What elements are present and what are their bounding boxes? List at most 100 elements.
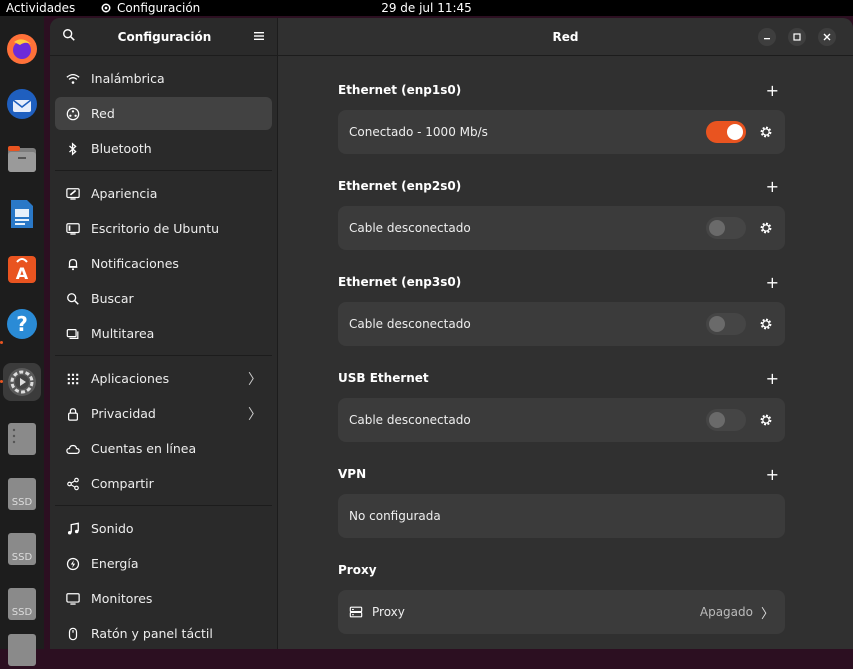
svg-text:A: A	[16, 264, 29, 283]
gear-icon	[760, 318, 772, 330]
dock-help[interactable]: ?	[3, 305, 41, 343]
menu-button[interactable]	[253, 27, 265, 46]
sidebar-item-power[interactable]: Energía	[55, 547, 272, 580]
sidebar-item-online-accounts[interactable]: Cuentas en línea	[55, 432, 272, 465]
network-icon	[66, 107, 80, 120]
sidebar-item-appearance[interactable]: Apariencia	[55, 177, 272, 210]
ssd-drive-icon: SSD	[8, 533, 36, 565]
connection-settings-button[interactable]	[758, 316, 774, 332]
activities-button[interactable]: Actividades	[6, 0, 75, 16]
settings-window: Configuración Inalámbrica Red Bluetooth …	[50, 18, 853, 649]
vpn-status: No configurada	[349, 509, 441, 523]
add-connection-button[interactable]: +	[766, 273, 779, 292]
sidebar-item-label: Compartir	[91, 476, 154, 491]
dock-app-center[interactable]: A	[3, 250, 41, 288]
sidebar-item-search[interactable]: Buscar	[55, 282, 272, 315]
sidebar-item-sound[interactable]: Sonido	[55, 512, 272, 545]
dock-ssd-2[interactable]: SSD	[3, 530, 41, 568]
connection-settings-button[interactable]	[758, 412, 774, 428]
svg-text:SSD: SSD	[12, 552, 33, 563]
sidebar-item-label: Monitores	[91, 591, 153, 606]
top-bar: Actividades Configuración 29 de jul 11:4…	[0, 0, 853, 16]
minimize-button[interactable]	[758, 28, 776, 46]
app-menu[interactable]: Configuración	[100, 0, 200, 16]
sidebar-item-network[interactable]: Red	[55, 97, 272, 130]
connection-row[interactable]: Cable desconectado	[338, 206, 785, 250]
connection-settings-button[interactable]	[758, 220, 774, 236]
connection-row[interactable]: Conectado - 1000 Mb/s	[338, 110, 785, 154]
maximize-button[interactable]	[788, 28, 806, 46]
divider	[55, 505, 272, 506]
running-indicator	[0, 380, 3, 383]
dock-settings[interactable]	[3, 363, 41, 401]
connection-row[interactable]: Cable desconectado	[338, 302, 785, 346]
toggle-knob	[727, 124, 743, 140]
divider	[55, 355, 272, 356]
header-bar: Red	[278, 18, 853, 56]
add-connection-button[interactable]: +	[766, 81, 779, 100]
sidebar-item-label: Red	[91, 106, 115, 121]
sidebar-item-bluetooth[interactable]: Bluetooth	[55, 132, 272, 165]
cloud-icon	[66, 444, 80, 454]
power-icon	[66, 557, 80, 570]
app-menu-label: Configuración	[117, 1, 201, 15]
chevron-right-icon: 〉	[248, 406, 262, 423]
sidebar-item-privacy[interactable]: Privacidad 〉	[55, 397, 272, 430]
connection-status: Cable desconectado	[349, 221, 471, 235]
connection-row[interactable]: Cable desconectado	[338, 398, 785, 442]
sidebar-item-label: Sonido	[91, 521, 134, 536]
sidebar-item-notifications[interactable]: Notificaciones	[55, 247, 272, 280]
search-button[interactable]	[62, 27, 76, 46]
svg-text:SSD: SSD	[12, 607, 33, 618]
sidebar-item-displays[interactable]: Monitores	[55, 582, 272, 615]
proxy-row[interactable]: Proxy Apagado 〉	[338, 590, 785, 634]
app-center-icon: A	[8, 256, 36, 283]
desktop-icon	[66, 222, 80, 235]
dock-ssd-3[interactable]: SSD	[3, 585, 41, 623]
settings-icon	[8, 368, 36, 396]
proxy-server-icon	[349, 606, 363, 618]
ssd-drive-icon: SSD	[8, 478, 36, 510]
add-connection-button[interactable]: +	[766, 177, 779, 196]
section-title: Ethernet (enp1s0)	[338, 83, 462, 97]
connection-toggle[interactable]	[706, 121, 746, 143]
dock-writer[interactable]	[3, 195, 41, 233]
sidebar-title: Configuración	[117, 29, 212, 44]
clock[interactable]: 29 de jul 11:45	[381, 1, 472, 15]
svg-text:SSD: SSD	[12, 497, 33, 508]
sidebar-item-mouse[interactable]: Ratón y panel táctil	[55, 617, 272, 649]
sidebar-item-label: Notificaciones	[91, 256, 179, 271]
sidebar-item-applications[interactable]: Aplicaciones 〉	[55, 362, 272, 395]
gear-icon	[101, 3, 111, 13]
connection-toggle[interactable]	[706, 409, 746, 431]
sidebar: Configuración Inalámbrica Red Bluetooth …	[50, 18, 278, 649]
dock-thunderbird[interactable]	[3, 85, 41, 123]
ssd-drive-icon: SSD	[8, 588, 36, 620]
dock-ssd-4[interactable]	[3, 631, 41, 669]
connection-toggle[interactable]	[706, 313, 746, 335]
close-button[interactable]	[818, 28, 836, 46]
section-title: Ethernet (enp3s0)	[338, 275, 462, 289]
hamburger-menu-icon	[254, 32, 264, 40]
wifi-icon	[66, 73, 80, 84]
sidebar-item-ubuntu-desktop[interactable]: Escritorio de Ubuntu	[55, 212, 272, 245]
dock-ssd-1[interactable]: SSD	[3, 475, 41, 513]
chevron-right-icon: 〉	[760, 606, 774, 622]
sidebar-item-label: Aplicaciones	[91, 371, 170, 386]
connection-settings-button[interactable]	[758, 124, 774, 140]
connection-toggle[interactable]	[706, 217, 746, 239]
toggle-knob	[709, 316, 725, 332]
sidebar-item-sharing[interactable]: Compartir	[55, 467, 272, 500]
dock-firefox[interactable]	[3, 30, 41, 68]
add-vpn-button[interactable]: +	[766, 465, 779, 484]
sidebar-item-multitasking[interactable]: Multitarea	[55, 317, 272, 350]
proxy-label: Proxy	[372, 605, 405, 619]
sidebar-item-label: Multitarea	[91, 326, 155, 341]
dock-files[interactable]	[3, 140, 41, 178]
sidebar-item-label: Cuentas en línea	[91, 441, 197, 456]
drive-icon	[8, 423, 36, 455]
add-connection-button[interactable]: +	[766, 369, 779, 388]
section-title: Proxy	[338, 563, 377, 577]
sidebar-item-wireless[interactable]: Inalámbrica	[55, 62, 272, 95]
dock-drive[interactable]	[3, 420, 41, 458]
